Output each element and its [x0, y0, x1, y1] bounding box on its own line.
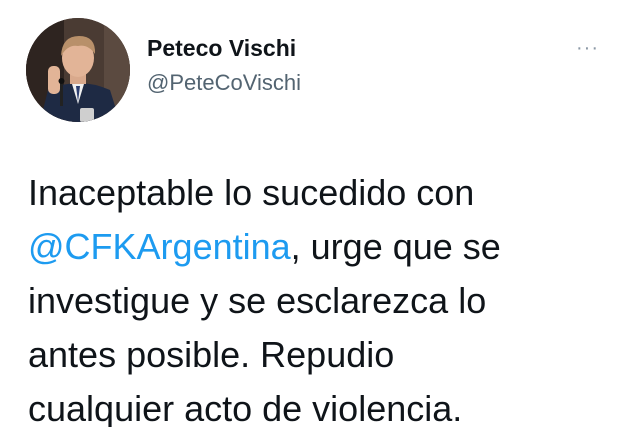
tweet-text-line: antes posible. Repudio — [28, 334, 395, 375]
tweet-text-part: Inaceptable lo sucedido con — [28, 172, 475, 213]
mention-link[interactable]: @CFKArgentina — [28, 226, 291, 267]
more-horizontal-icon: ··· — [576, 37, 599, 59]
more-options-button[interactable]: ··· — [576, 38, 610, 58]
user-handle[interactable]: @PeteCoVischi — [147, 70, 301, 96]
display-name[interactable]: Peteco Vischi — [147, 34, 301, 62]
tweet-text-line: investigue y se esclarezca lo — [28, 280, 487, 321]
avatar[interactable] — [26, 18, 130, 122]
tweet-text: Inaceptable lo sucedido con @CFKArgentin… — [28, 166, 618, 427]
tweet-card[interactable]: Peteco Vischi @PeteCoVischi ··· Inacepta… — [0, 0, 628, 427]
tweet-text-part: , urge que se — [290, 226, 501, 267]
tweet-text-line: cualquier acto de violencia. — [28, 388, 463, 427]
avatar-photo — [26, 18, 130, 122]
author-block[interactable]: Peteco Vischi @PeteCoVischi — [147, 34, 301, 96]
